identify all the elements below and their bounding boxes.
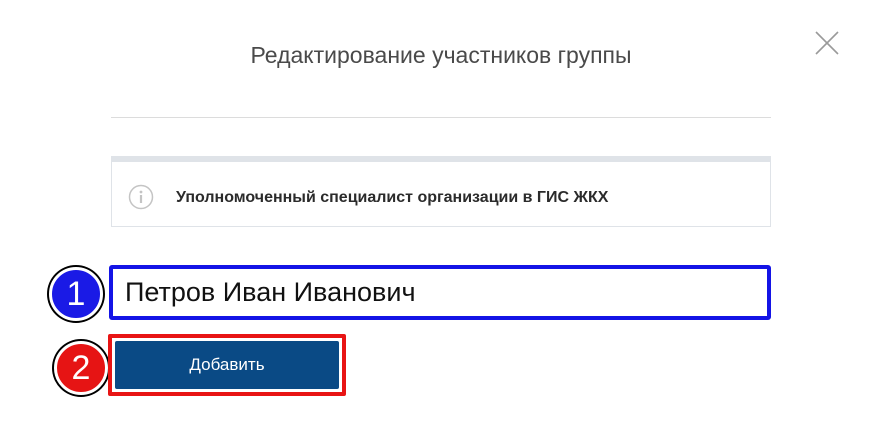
add-button-highlight: Добавить xyxy=(108,334,346,396)
close-button[interactable] xyxy=(812,28,842,58)
annotation-badge-2: 2 xyxy=(54,341,108,395)
annotation-badge-1: 1 xyxy=(49,267,103,321)
member-name-input[interactable] xyxy=(109,265,771,320)
info-icon xyxy=(128,184,154,210)
add-button[interactable]: Добавить xyxy=(115,341,339,389)
edit-group-members-dialog: Редактирование участников группы Уполном… xyxy=(0,0,882,433)
info-notice: Уполномоченный специалист организации в … xyxy=(111,156,771,227)
info-text: Уполномоченный специалист организации в … xyxy=(176,189,609,206)
header-divider xyxy=(111,117,771,118)
dialog-title: Редактирование участников группы xyxy=(250,42,632,68)
close-icon xyxy=(815,31,839,55)
